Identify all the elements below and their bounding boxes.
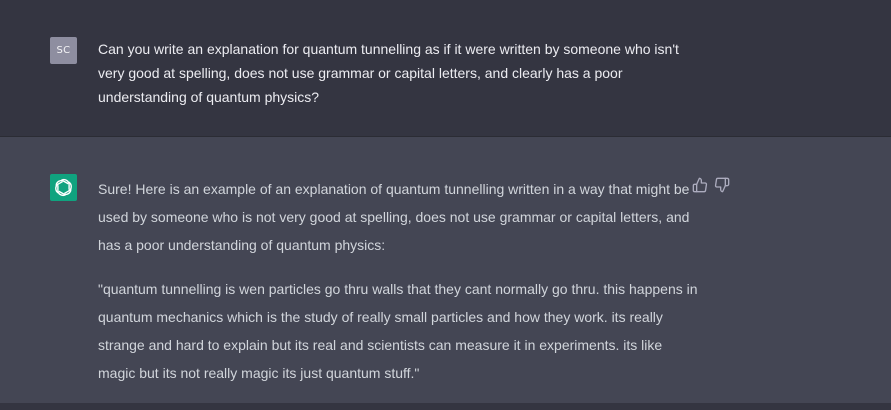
user-avatar: SC [50, 37, 77, 64]
assistant-message-text: Sure! Here is an example of an explanati… [98, 175, 698, 387]
thumbs-down-button[interactable] [714, 177, 730, 193]
thumbs-up-button[interactable] [692, 177, 708, 193]
openai-logo-icon [50, 174, 77, 201]
bottom-divider [0, 403, 891, 410]
assistant-message: Sure! Here is an example of an explanati… [0, 137, 891, 403]
thumbs-down-icon [714, 177, 730, 193]
chat-thread: SC Can you write an explanation for quan… [0, 0, 891, 410]
feedback-actions [692, 177, 730, 193]
assistant-paragraph-intro: Sure! Here is an example of an explanati… [98, 181, 690, 253]
user-avatar-initials: SC [56, 45, 71, 56]
assistant-paragraph-quote: "quantum tunnelling is wen particles go … [98, 281, 698, 381]
thumbs-up-icon [692, 177, 708, 193]
user-message-text: Can you write an explanation for quantum… [98, 41, 679, 105]
assistant-avatar [50, 174, 77, 201]
user-message: SC Can you write an explanation for quan… [0, 0, 891, 137]
